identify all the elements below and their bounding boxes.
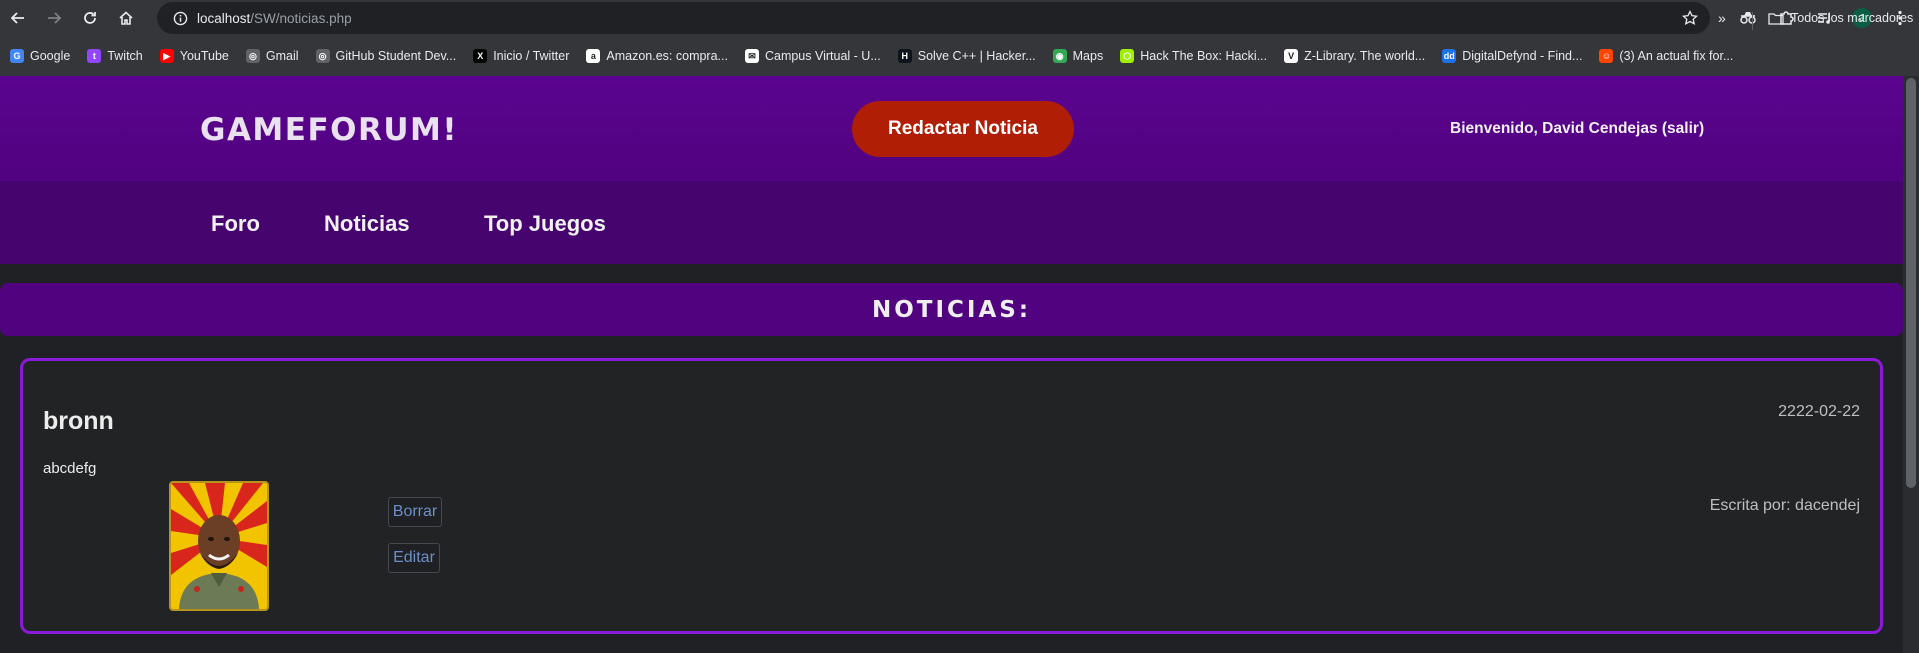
all-bookmarks-button[interactable]: Todos los marcadores bbox=[1768, 11, 1913, 25]
bookmark-label: YouTube bbox=[179, 49, 229, 63]
write-news-button[interactable]: Redactar Noticia bbox=[852, 101, 1074, 157]
news-image bbox=[169, 481, 269, 611]
news-author: Escrita por: dacendej bbox=[1709, 497, 1860, 514]
bookmark-favicon-icon: t bbox=[87, 49, 102, 63]
nav-link-top-juegos[interactable]: Top Juegos bbox=[484, 211, 606, 237]
bookmark-item[interactable]: ⬡ Hack The Box: Hacki... bbox=[1120, 49, 1267, 63]
bookmark-favicon-icon: ▶ bbox=[159, 49, 174, 63]
news-body: abcdefg bbox=[43, 460, 97, 477]
page-viewport: GAMEFORUM! Redactar Noticia Bienvenido, … bbox=[0, 76, 1903, 653]
bookmark-item[interactable]: ✉ Campus Virtual - U... bbox=[744, 49, 881, 63]
bookmark-label: (3) An actual fix for... bbox=[1619, 49, 1734, 63]
home-icon[interactable] bbox=[108, 0, 144, 36]
edit-button[interactable]: Editar bbox=[388, 543, 440, 573]
delete-button[interactable]: Borrar bbox=[388, 497, 442, 527]
reload-icon[interactable] bbox=[72, 0, 108, 36]
welcome-logout-link[interactable]: Bienvenido, David Cendejas (salir) bbox=[1450, 120, 1704, 138]
bookmark-label: Twitch bbox=[107, 49, 143, 63]
news-date: 2222-02-22 bbox=[1778, 403, 1860, 420]
bookmark-favicon-icon: V bbox=[1284, 49, 1299, 63]
bookmarks-divider bbox=[1752, 12, 1753, 30]
bookmark-label: Z-Library. The world... bbox=[1304, 49, 1426, 63]
bookmark-item[interactable]: dd DigitalDefynd - Find... bbox=[1442, 49, 1582, 63]
section-title: NOTICIAS: bbox=[0, 283, 1903, 336]
bookmark-favicon-icon: a bbox=[586, 49, 601, 63]
bookmark-label: Inicio / Twitter bbox=[493, 49, 570, 63]
bookmark-favicon-icon: X bbox=[473, 49, 488, 63]
bookmarks-overflow-icon[interactable]: » bbox=[1718, 10, 1726, 26]
bookmark-star-icon[interactable] bbox=[1681, 9, 1699, 31]
bookmark-favicon-icon: G bbox=[10, 49, 24, 63]
bookmark-label: DigitalDefynd - Find... bbox=[1462, 49, 1583, 63]
bookmarks-bar: G Google t Twitch ▶ YouTube ◎ Gmail ◎ GitHub Stud… bbox=[0, 36, 1919, 76]
bookmark-item[interactable]: H Solve C++ | Hacker... bbox=[897, 49, 1036, 63]
bookmark-item[interactable]: ☺ (3) An actual fix for... bbox=[1599, 49, 1733, 63]
bookmark-item[interactable]: t Twitch bbox=[87, 49, 143, 63]
bookmark-label: Maps bbox=[1072, 49, 1104, 63]
nav-link-noticias[interactable]: Noticias bbox=[324, 211, 410, 237]
bookmark-favicon-icon: ◉ bbox=[1052, 49, 1067, 63]
bookmark-item[interactable]: G Google bbox=[10, 49, 70, 63]
bookmark-item[interactable]: ▶ YouTube bbox=[159, 49, 229, 63]
bookmark-favicon-icon: ☺ bbox=[1599, 49, 1614, 63]
site-header: GAMEFORUM! Redactar Noticia Bienvenido, … bbox=[0, 76, 1903, 181]
incognito-extension-icon[interactable] bbox=[1729, 0, 1767, 36]
address-bar[interactable]: localhost/SW/noticias.php bbox=[157, 2, 1710, 34]
bookmark-label: Amazon.es: compra... bbox=[606, 49, 728, 63]
bookmark-label: Hack The Box: Hacki... bbox=[1140, 49, 1268, 63]
bookmark-favicon-icon: H bbox=[897, 49, 912, 63]
scrollbar-thumb[interactable] bbox=[1906, 78, 1916, 488]
bookmark-item[interactable]: X Inicio / Twitter bbox=[473, 49, 569, 63]
bookmark-label: GitHub Student Dev... bbox=[335, 49, 457, 63]
news-title: bronn bbox=[43, 407, 114, 435]
bookmark-item[interactable]: ◉ Maps bbox=[1052, 49, 1104, 63]
url-text: localhost/SW/noticias.php bbox=[197, 10, 352, 26]
bookmark-label: Gmail bbox=[265, 49, 299, 63]
bookmark-label: Solve C++ | Hacker... bbox=[917, 49, 1036, 63]
bookmark-label: Google bbox=[30, 49, 71, 63]
site-logo[interactable]: GAMEFORUM! bbox=[200, 112, 458, 148]
bookmark-item[interactable]: ◎ Gmail bbox=[245, 49, 299, 63]
browser-toolbar: localhost/SW/noticias.php J bbox=[0, 0, 1919, 36]
folder-icon bbox=[1768, 12, 1784, 25]
site-info-icon[interactable] bbox=[165, 11, 195, 26]
news-card: bronn 2222-02-22 abcdefg Borrar Editar E… bbox=[20, 358, 1883, 634]
bookmark-item[interactable]: ◎ GitHub Student Dev... bbox=[315, 49, 457, 63]
site-nav: Foro Noticias Top Juegos bbox=[0, 181, 1903, 264]
bookmark-favicon-icon: ⬡ bbox=[1120, 49, 1135, 63]
back-icon[interactable] bbox=[0, 0, 36, 36]
bookmark-favicon-icon: ✉ bbox=[744, 49, 759, 63]
bookmark-item[interactable]: V Z-Library. The world... bbox=[1284, 49, 1425, 63]
bookmark-label: Campus Virtual - U... bbox=[764, 49, 881, 63]
bookmark-favicon-icon: dd bbox=[1442, 49, 1457, 63]
forward-icon[interactable] bbox=[36, 0, 72, 36]
nav-link-foro[interactable]: Foro bbox=[211, 211, 260, 237]
bookmark-favicon-icon: ◎ bbox=[245, 49, 260, 63]
bookmark-item[interactable]: a Amazon.es: compra... bbox=[586, 49, 728, 63]
bookmark-favicon-icon: ◎ bbox=[315, 49, 330, 63]
